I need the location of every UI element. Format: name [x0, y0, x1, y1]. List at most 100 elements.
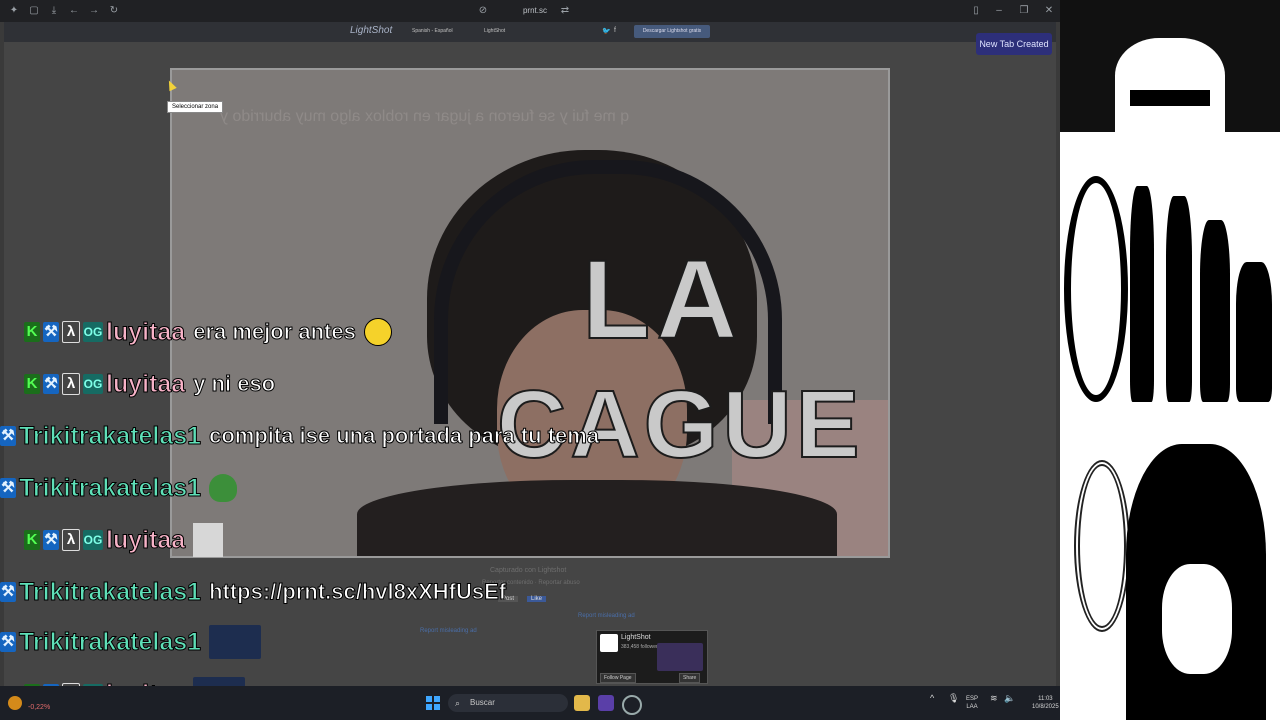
chat-message: ⚒ Trikitrakatelas1 compita ise una porta…: [0, 416, 600, 456]
chat-message: K ⚒ λ OG luyitaa era mejor antes: [24, 312, 392, 352]
minimize-icon[interactable]: –: [993, 5, 1005, 17]
evolution-figure: [1236, 262, 1272, 402]
windows-start-icon[interactable]: [426, 696, 440, 710]
chat-username: Trikitrakatelas1: [18, 577, 202, 606]
hammer-badge-icon: ⚒: [0, 632, 16, 652]
reload-icon[interactable]: ↻: [108, 5, 120, 17]
new-tab-toast[interactable]: New Tab Created: [976, 33, 1052, 55]
twitter-icon[interactable]: 🐦: [602, 27, 611, 35]
tray-chevron-icon[interactable]: ^: [930, 694, 934, 703]
chat-link[interactable]: https://prnt.sc/hvl8xXHfUsEf: [209, 579, 507, 605]
chat-message: ⚒ Trikitrakatelas1: [0, 468, 238, 508]
hammer-badge-icon: ⚒: [0, 582, 16, 602]
weather-icon[interactable]: [8, 696, 22, 710]
language-top: ESP: [966, 696, 979, 702]
volume-icon[interactable]: 🔈: [1004, 694, 1015, 703]
close-icon[interactable]: ✕: [1043, 5, 1055, 17]
stock-change: -0,22%: [28, 704, 51, 711]
artwork-panel: [1060, 0, 1280, 720]
windows-taskbar: -0,22% ⌕ Buscar ^ 🎙 ESP LAA ≋ 🔈 11:03 10…: [0, 686, 1060, 720]
maximize-icon[interactable]: ❐: [1018, 5, 1030, 17]
kick-badge-icon: K: [24, 322, 40, 342]
sidebar-icon[interactable]: ▢: [28, 5, 40, 17]
follow-page-button[interactable]: Follow Page: [600, 673, 636, 683]
chat-message: ⚒ Trikitrakatelas1 https://prnt.sc/hvl8x…: [0, 572, 507, 612]
select-zone-tooltip: Seleccionar zona: [167, 101, 224, 113]
browser-titlebar: ✦ ▢ ⤓ ← → ↻ ⊘ prnt.sc ⇄ ▯ – ❐ ✕: [0, 0, 1060, 22]
clock-date: 10/8/2025: [1032, 704, 1059, 710]
language-select[interactable]: Spanish - Español: [412, 28, 453, 34]
hammer-badge-icon: ⚒: [0, 426, 16, 446]
share-button[interactable]: Share: [679, 673, 701, 683]
chat-text: compita ise una portada para tu tema: [209, 423, 600, 449]
og-badge-icon: OG: [83, 374, 103, 394]
galaxy-thumbnail: [657, 643, 703, 671]
hammer-badge-icon: ⚒: [43, 530, 59, 550]
artwork-girl: [1126, 444, 1266, 720]
chat-text: era mejor antes: [193, 319, 357, 345]
tab-switch-icon[interactable]: ⇄: [559, 5, 571, 17]
reading-list-icon[interactable]: ▯: [970, 5, 982, 17]
chat-username: Trikitrakatelas1: [18, 421, 202, 450]
forward-icon[interactable]: →: [88, 5, 100, 17]
report-ad-right[interactable]: Report misleading ad: [578, 613, 635, 619]
hammer-badge-icon: ⚒: [0, 478, 16, 498]
minion-emote-icon: [209, 625, 262, 659]
extensions-icon[interactable]: ✦: [8, 5, 20, 17]
chat-username: Trikitrakatelas1: [18, 627, 202, 656]
app-icon[interactable]: [598, 695, 614, 711]
hammer-badge-icon: ⚒: [43, 322, 59, 342]
half-life-badge-icon: λ: [62, 321, 80, 343]
address-bar[interactable]: prnt.sc: [480, 4, 590, 18]
kick-badge-icon: K: [24, 530, 40, 550]
chat-message: ⚒ Trikitrakatelas1: [0, 622, 262, 662]
download-lightshot-button[interactable]: Descargar Lightshot gratis: [634, 25, 710, 38]
hearts-pattern: [1074, 460, 1130, 632]
taskbar-search[interactable]: ⌕ Buscar: [448, 694, 568, 712]
chat-username: Trikitrakatelas1: [18, 473, 202, 502]
face-shape: [1115, 38, 1225, 132]
fb-card-title: LightShot: [621, 634, 651, 641]
clock-time: 11:03: [1038, 696, 1053, 702]
aphex-ring-logo: [1064, 176, 1128, 402]
wifi-icon[interactable]: ≋: [990, 694, 998, 703]
evolution-figure: [1166, 196, 1192, 402]
kick-badge-icon: K: [24, 374, 40, 394]
half-life-badge-icon: λ: [62, 529, 80, 551]
nav-link[interactable]: LightShot: [484, 28, 505, 34]
evolution-figure: [1130, 186, 1154, 402]
browser-icon[interactable]: [622, 695, 642, 715]
chat-message: K ⚒ λ OG luyitaa: [24, 520, 224, 560]
lightshot-feather-icon: [600, 634, 618, 652]
og-badge-icon: OG: [83, 322, 103, 342]
chat-username: luyitaa: [105, 317, 186, 346]
half-life-badge-icon: λ: [62, 373, 80, 395]
language-indicator[interactable]: ESP LAA: [966, 695, 978, 711]
hammer-badge-icon: ⚒: [43, 374, 59, 394]
clock[interactable]: 11:03 10/8/2025: [1032, 695, 1059, 711]
og-badge-icon: OG: [83, 530, 103, 550]
microphone-icon[interactable]: 🎙: [948, 694, 959, 703]
mirrored-caption: q me fui y se fueron a jugar en roblox a…: [220, 108, 630, 125]
download-icon[interactable]: ⤓: [48, 5, 60, 17]
back-icon[interactable]: ←: [68, 5, 80, 17]
artwork-face-top: [1060, 0, 1280, 132]
evolution-figure: [1200, 220, 1230, 402]
bag-emote-icon: [193, 523, 224, 557]
chat-message: K ⚒ λ OG luyitaa y ni eso: [24, 364, 276, 404]
lightshot-header: LightShot Spanish - Español LightShot 🐦 …: [4, 22, 1056, 42]
chat-username: luyitaa: [105, 369, 186, 398]
chat-text: y ni eso: [193, 371, 276, 397]
lightshot-logo[interactable]: LightShot: [350, 25, 392, 36]
facebook-page-card[interactable]: LightShot 383,458 followers Follow Page …: [596, 630, 708, 684]
language-bottom: LAA: [966, 704, 978, 710]
chat-username: luyitaa: [105, 525, 186, 554]
overlay-text-la: LA: [581, 236, 744, 363]
file-explorer-icon[interactable]: [574, 695, 590, 711]
frog-emote-icon: [209, 474, 238, 502]
eyes-shape: [1130, 90, 1210, 106]
fb-card-followers: 383,458 followers: [621, 644, 661, 650]
facebook-icon[interactable]: f: [614, 27, 616, 34]
girl-face: [1162, 564, 1232, 674]
smile-emote-icon: [363, 318, 392, 346]
